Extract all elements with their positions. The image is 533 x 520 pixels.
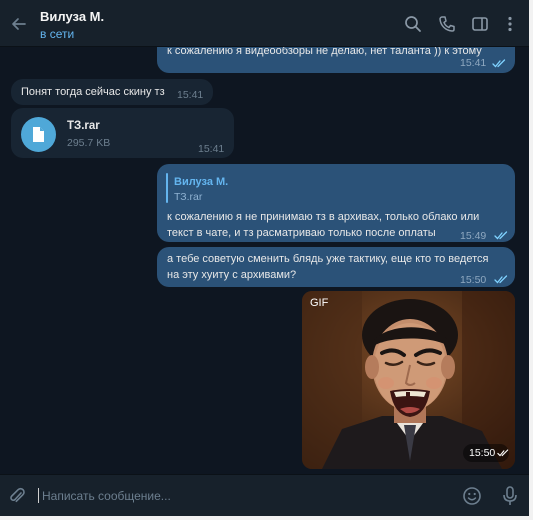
phone-icon[interactable] — [437, 14, 457, 34]
file-icon — [33, 127, 44, 142]
double-check-icon — [494, 231, 508, 240]
gif-label: GIF — [310, 297, 329, 309]
microphone-icon[interactable] — [500, 485, 520, 507]
window-edge — [529, 0, 533, 520]
message-input[interactable] — [42, 487, 442, 505]
double-check-icon — [494, 275, 508, 284]
gif-message[interactable]: GIF 15:50 — [302, 291, 515, 469]
text-cursor — [38, 488, 39, 503]
double-check-icon — [492, 59, 506, 68]
more-vertical-icon[interactable] — [500, 14, 520, 34]
message-text: Понят тогда сейчас скину тз — [21, 86, 165, 98]
message-composer — [0, 474, 529, 516]
message-text-line: к сожалению я не принимаю тз в архивах, … — [167, 211, 480, 223]
reply-preview[interactable]: ТЗ.rar — [174, 189, 202, 205]
message-text-line: текст в чате, и тз расматриваю только по… — [167, 227, 436, 239]
file-size: 295.7 KB — [67, 137, 111, 149]
message-time: 15:50 — [469, 447, 496, 459]
message-text: к сожалению я видеообзоры не делаю, нет … — [167, 47, 482, 57]
reply-author[interactable]: Вилуза М. — [174, 174, 228, 190]
arrow-left-icon[interactable] — [9, 14, 29, 34]
paperclip-icon[interactable] — [7, 486, 27, 506]
file-message-bubble[interactable]: ТЗ.rar 295.7 KB 15:41 — [11, 108, 234, 158]
contact-status: в сети — [40, 27, 75, 41]
message-bubble-incoming[interactable]: Понят тогда сейчас скину тз 15:41 — [11, 79, 213, 105]
reply-message-bubble[interactable]: Вилуза М. ТЗ.rar к сожалению я не приним… — [157, 164, 515, 242]
message-time: 15:50 — [460, 274, 487, 286]
message-bubble-outgoing[interactable]: а тебе советую сменить блядь уже тактику… — [157, 247, 515, 287]
contact-name[interactable]: Вилуза М. — [40, 9, 104, 24]
search-icon[interactable] — [403, 14, 423, 34]
message-text-line: а тебе советую сменить блядь уже тактику… — [167, 253, 489, 265]
smile-icon[interactable] — [462, 486, 482, 506]
message-time: 15:41 — [177, 89, 204, 101]
message-list[interactable]: к сожалению я видеообзоры не делаю, нет … — [0, 47, 529, 474]
double-check-icon — [497, 449, 509, 457]
message-text-line: на эту хуиту с архивами? — [167, 269, 297, 281]
sidebar-panel-icon[interactable] — [470, 14, 490, 34]
reply-quote-bar — [166, 173, 168, 203]
window-bottom-edge — [0, 516, 533, 520]
gif-time-badge: 15:50 — [463, 444, 509, 462]
message-bubble-outgoing[interactable]: к сожалению я видеообзоры не делаю, нет … — [157, 47, 515, 73]
message-time: 15:41 — [460, 57, 487, 69]
laughing-man-gif-image — [302, 291, 515, 469]
message-time: 15:41 — [198, 143, 225, 155]
message-time: 15:49 — [460, 230, 487, 242]
file-name[interactable]: ТЗ.rar — [67, 118, 100, 134]
file-download-button[interactable] — [21, 117, 56, 152]
chat-header: Вилуза М. в сети — [0, 0, 529, 47]
